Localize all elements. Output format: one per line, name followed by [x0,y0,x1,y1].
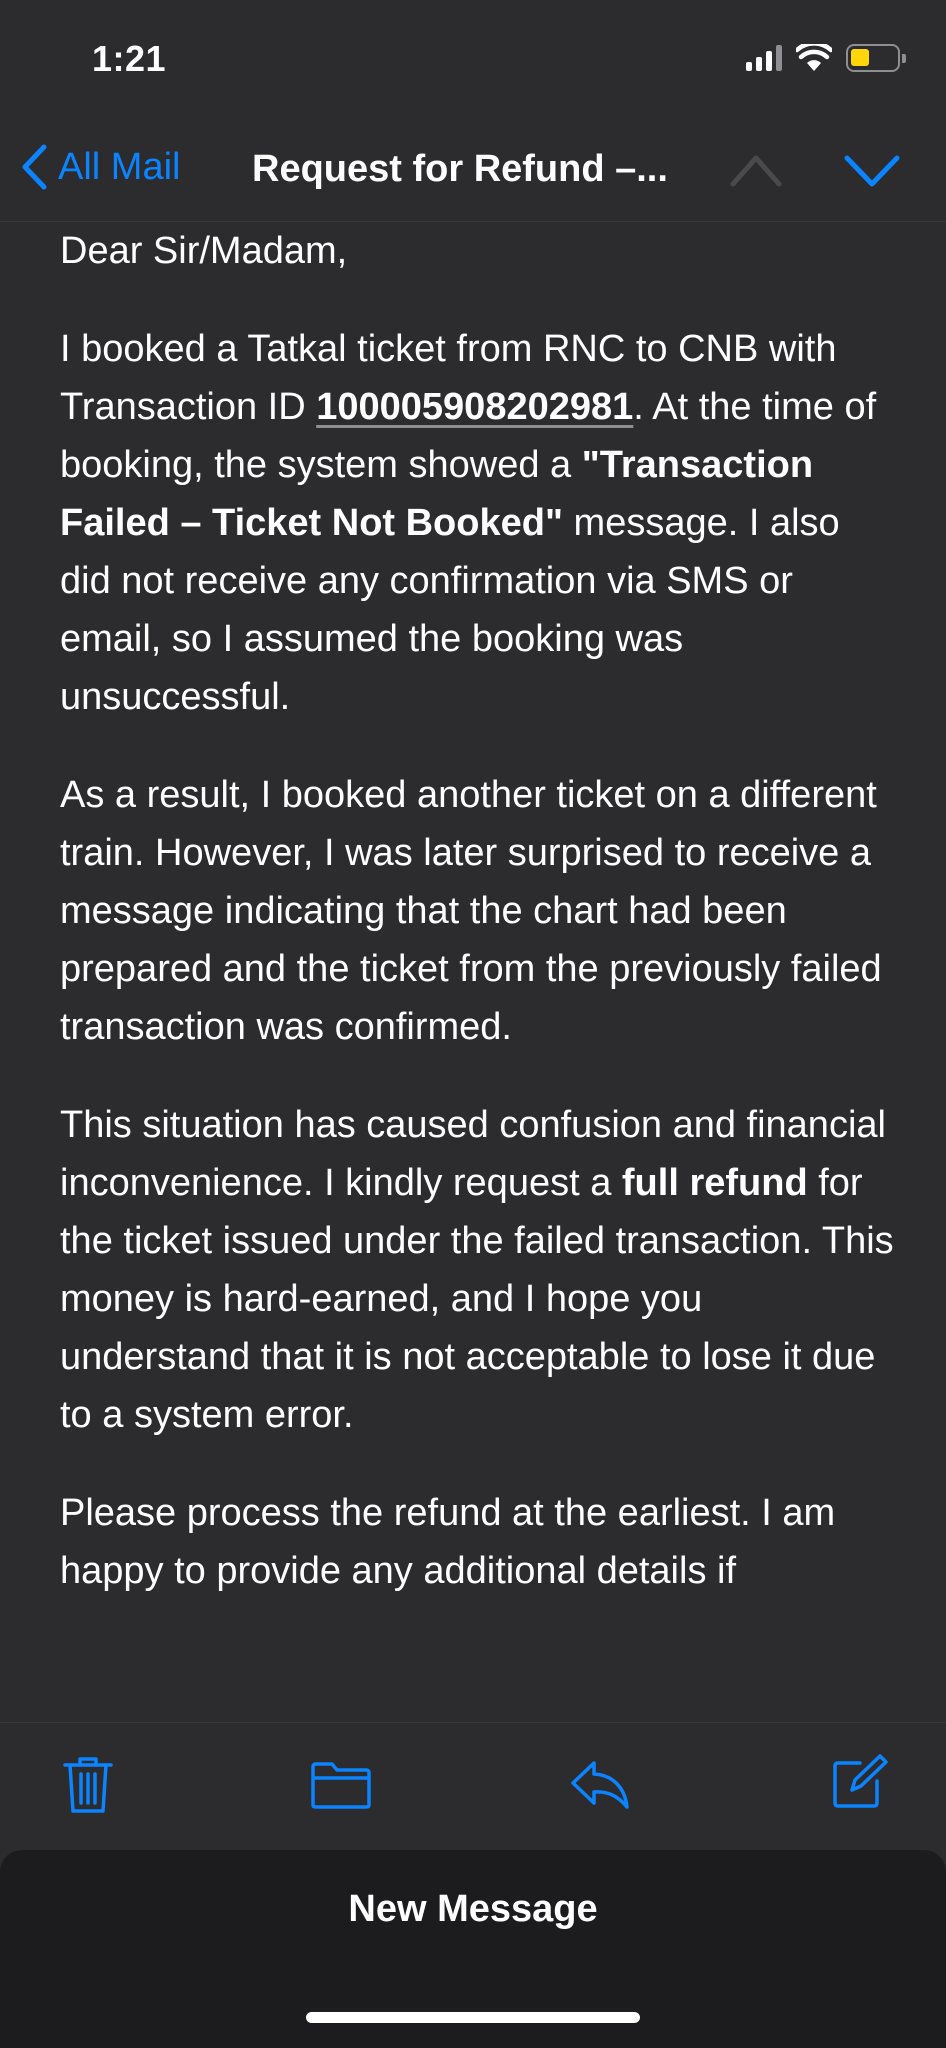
new-message-title[interactable]: New Message [0,1888,946,1931]
previous-message-chevron-up-icon[interactable] [730,150,782,190]
chevron-left-icon [22,144,47,190]
status-time: 1:21 [92,38,167,79]
wifi-icon [796,44,832,71]
new-message-sheet[interactable]: New Message [0,1850,946,2048]
bold-text: full refund [621,1162,808,1204]
folder-icon[interactable] [310,1761,372,1809]
transaction-id-link[interactable]: 100005908202981 [316,386,633,428]
next-message-chevron-down-icon[interactable] [844,150,900,190]
email-paragraph: As a result, I booked another ticket on … [60,774,882,1048]
trash-icon[interactable] [62,1755,114,1815]
email-body[interactable]: Dear Sir/Madam, I booked a Tatkal ticket… [0,222,946,1722]
nav-bar: All Mail Request for Refund –... [0,120,946,222]
compose-icon[interactable] [830,1753,888,1811]
mail-toolbar [0,1722,946,1846]
email-paragraph: Please process the refund at the earlies… [60,1492,836,1592]
reply-icon[interactable] [570,1759,630,1811]
battery-icon [846,44,906,72]
back-button[interactable]: All Mail [20,144,180,190]
mail-screen: 1:21 All Mail Request for Refund –... De… [0,0,946,2048]
email-greeting: Dear Sir/Madam, [60,230,348,272]
status-bar: 1:21 [0,0,946,120]
email-paragraph: I booked a Tatkal ticket from RNC to CNB… [60,320,900,726]
status-icons [746,44,906,72]
email-subject-title: Request for Refund –... [252,148,668,190]
home-indicator[interactable] [306,2012,640,2023]
back-label: All Mail [58,145,181,188]
email-text: Dear Sir/Madam, I booked a Tatkal ticket… [60,222,900,1640]
cellular-signal-icon [746,45,782,71]
email-paragraph: This situation has caused confusion and … [60,1096,900,1444]
